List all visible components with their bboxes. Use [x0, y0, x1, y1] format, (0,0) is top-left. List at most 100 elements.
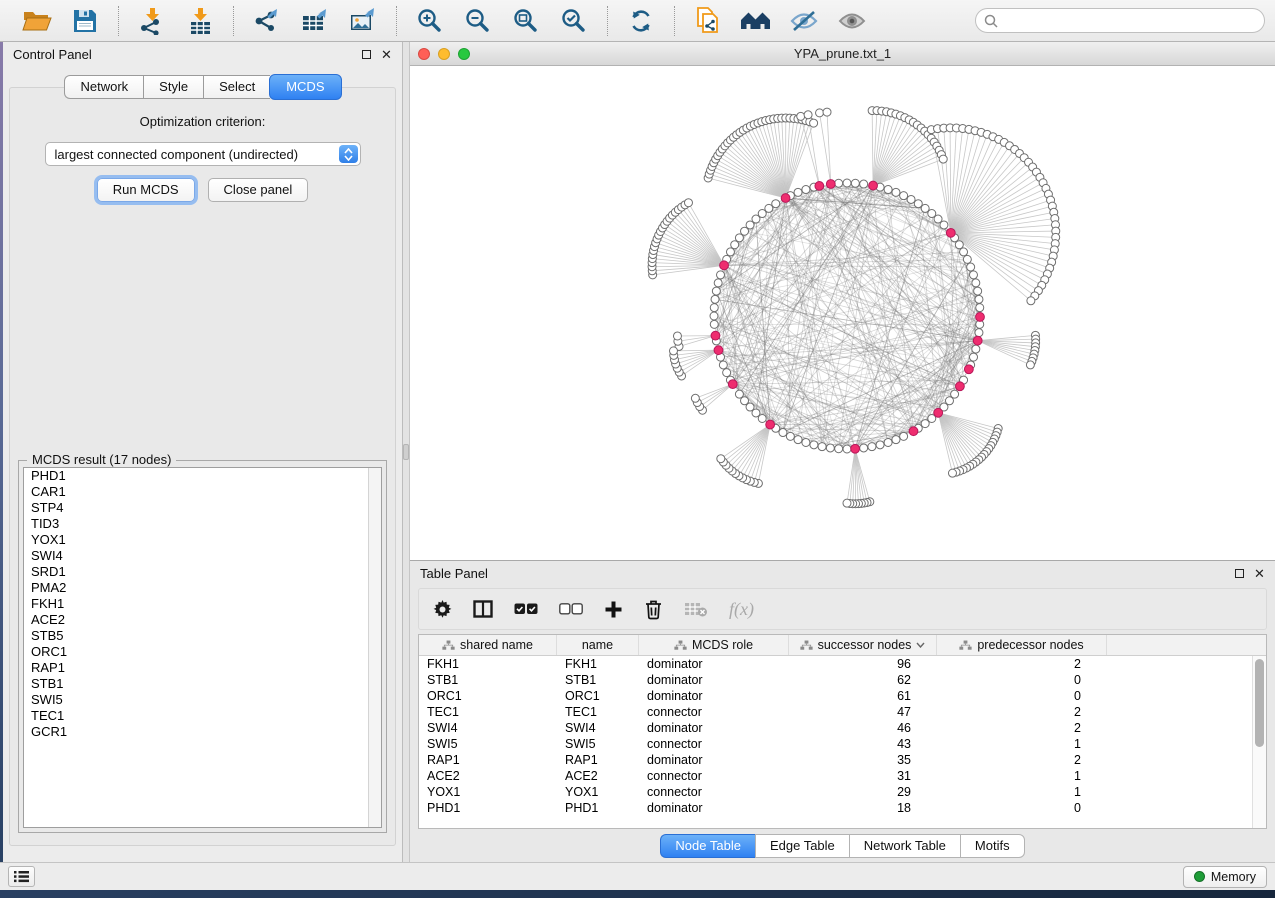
- mcds-network-node[interactable]: [826, 180, 835, 189]
- network-node[interactable]: [963, 255, 971, 263]
- network-node[interactable]: [976, 304, 984, 312]
- tab-edge-table[interactable]: Edge Table: [755, 834, 849, 858]
- tab-mcds[interactable]: MCDS: [269, 74, 341, 100]
- network-leaf-node[interactable]: [948, 469, 956, 477]
- network-node[interactable]: [810, 441, 818, 449]
- mcds-result-item[interactable]: TID3: [24, 516, 381, 532]
- network-window-titlebar[interactable]: YPA_prune.txt_1: [410, 42, 1275, 66]
- memory-button[interactable]: Memory: [1183, 866, 1267, 888]
- close-panel-icon[interactable]: ✕: [1254, 568, 1265, 579]
- network-node[interactable]: [818, 443, 826, 451]
- optimization-criterion-select[interactable]: largest connected component (undirected): [45, 142, 361, 166]
- tab-network[interactable]: Network: [64, 75, 143, 99]
- zoom-selected-icon[interactable]: [557, 6, 591, 36]
- import-network-icon[interactable]: [135, 6, 169, 36]
- zoom-in-icon[interactable]: [413, 6, 447, 36]
- import-table-icon[interactable]: [183, 6, 217, 36]
- network-leaf-node[interactable]: [717, 455, 725, 463]
- network-node[interactable]: [972, 345, 980, 353]
- table-row[interactable]: STB1STB1dominator620: [419, 672, 1266, 688]
- table-row[interactable]: ACE2ACE2connector311: [419, 768, 1266, 784]
- network-node[interactable]: [710, 312, 718, 320]
- tab-select[interactable]: Select: [203, 75, 270, 99]
- network-node[interactable]: [900, 192, 908, 200]
- network-node[interactable]: [940, 221, 948, 229]
- float-panel-icon[interactable]: [361, 49, 372, 60]
- network-node[interactable]: [802, 438, 810, 446]
- mcds-result-list[interactable]: PHD1CAR1STP4TID3YOX1SWI4SRD1PMA2FKH1ACE2…: [23, 467, 382, 828]
- network-node[interactable]: [843, 179, 851, 187]
- mcds-network-node[interactable]: [869, 181, 878, 190]
- mcds-result-item[interactable]: RAP1: [24, 660, 381, 676]
- network-leaf-node[interactable]: [843, 499, 851, 507]
- network-node[interactable]: [726, 248, 734, 256]
- network-node[interactable]: [714, 279, 722, 287]
- mcds-network-node[interactable]: [956, 382, 965, 391]
- mcds-network-node[interactable]: [728, 380, 737, 389]
- network-leaf-node[interactable]: [669, 347, 677, 355]
- function-builder-icon[interactable]: f(x): [729, 599, 754, 620]
- mcds-result-item[interactable]: GCR1: [24, 724, 381, 740]
- network-node[interactable]: [892, 188, 900, 196]
- mcds-result-item[interactable]: FKH1: [24, 596, 381, 612]
- mcds-network-node[interactable]: [711, 331, 720, 340]
- network-node[interactable]: [710, 304, 718, 312]
- mcds-result-item[interactable]: YOX1: [24, 532, 381, 548]
- mcds-network-node[interactable]: [973, 336, 982, 345]
- tab-motifs[interactable]: Motifs: [960, 834, 1025, 858]
- network-node[interactable]: [955, 241, 963, 249]
- network-node[interactable]: [835, 445, 843, 453]
- network-node[interactable]: [972, 279, 980, 287]
- network-node[interactable]: [884, 186, 892, 194]
- tab-network-table[interactable]: Network Table: [849, 834, 960, 858]
- network-node[interactable]: [860, 444, 868, 452]
- delete-column-trash-icon[interactable]: [644, 599, 663, 620]
- refresh-view-icon[interactable]: [624, 6, 658, 36]
- mcds-network-node[interactable]: [714, 346, 723, 355]
- float-panel-icon[interactable]: [1234, 568, 1245, 579]
- mcds-network-node[interactable]: [781, 194, 790, 203]
- network-canvas[interactable]: [410, 66, 1275, 560]
- mcds-network-node[interactable]: [976, 313, 985, 322]
- table-row[interactable]: RAP1RAP1dominator352: [419, 752, 1266, 768]
- network-node[interactable]: [868, 443, 876, 451]
- mcds-network-node[interactable]: [934, 408, 943, 417]
- network-node[interactable]: [843, 445, 851, 453]
- network-leaf-node[interactable]: [939, 155, 947, 163]
- run-mcds-button[interactable]: Run MCDS: [97, 178, 195, 202]
- mcds-result-item[interactable]: CAR1: [24, 484, 381, 500]
- network-node[interactable]: [851, 179, 859, 187]
- network-leaf-node[interactable]: [673, 332, 681, 340]
- network-node[interactable]: [860, 180, 868, 188]
- network-leaf-node[interactable]: [691, 394, 699, 402]
- export-table-icon[interactable]: [298, 6, 332, 36]
- network-leaf-node[interactable]: [823, 108, 831, 116]
- table-row[interactable]: YOX1YOX1connector291: [419, 784, 1266, 800]
- create-column-icon[interactable]: [604, 600, 623, 619]
- table-row[interactable]: SWI5SWI5connector431: [419, 736, 1266, 752]
- mcds-result-item[interactable]: STP4: [24, 500, 381, 516]
- network-node[interactable]: [960, 248, 968, 256]
- network-node[interactable]: [835, 179, 843, 187]
- mcds-network-node[interactable]: [766, 420, 775, 429]
- mcds-result-item[interactable]: SRD1: [24, 564, 381, 580]
- network-node[interactable]: [786, 432, 794, 440]
- mcds-result-item[interactable]: SWI5: [24, 692, 381, 708]
- network-node[interactable]: [735, 390, 743, 398]
- mcds-network-node[interactable]: [909, 427, 918, 436]
- hide-selected-icon[interactable]: [787, 6, 821, 36]
- network-node[interactable]: [826, 444, 834, 452]
- network-node[interactable]: [975, 329, 983, 337]
- column-header-mcds-role[interactable]: MCDS role: [639, 635, 789, 655]
- network-node[interactable]: [876, 441, 884, 449]
- network-node[interactable]: [967, 263, 975, 271]
- tab-style[interactable]: Style: [143, 75, 203, 99]
- mcds-network-node[interactable]: [964, 365, 973, 374]
- network-node[interactable]: [892, 436, 900, 444]
- close-panel-button[interactable]: Close panel: [208, 178, 309, 202]
- network-graph[interactable]: [410, 66, 1275, 560]
- table-row[interactable]: PHD1PHD1dominator180: [419, 800, 1266, 816]
- save-session-icon[interactable]: [68, 6, 102, 36]
- column-header-name[interactable]: name: [557, 635, 639, 655]
- mcds-result-item[interactable]: ACE2: [24, 612, 381, 628]
